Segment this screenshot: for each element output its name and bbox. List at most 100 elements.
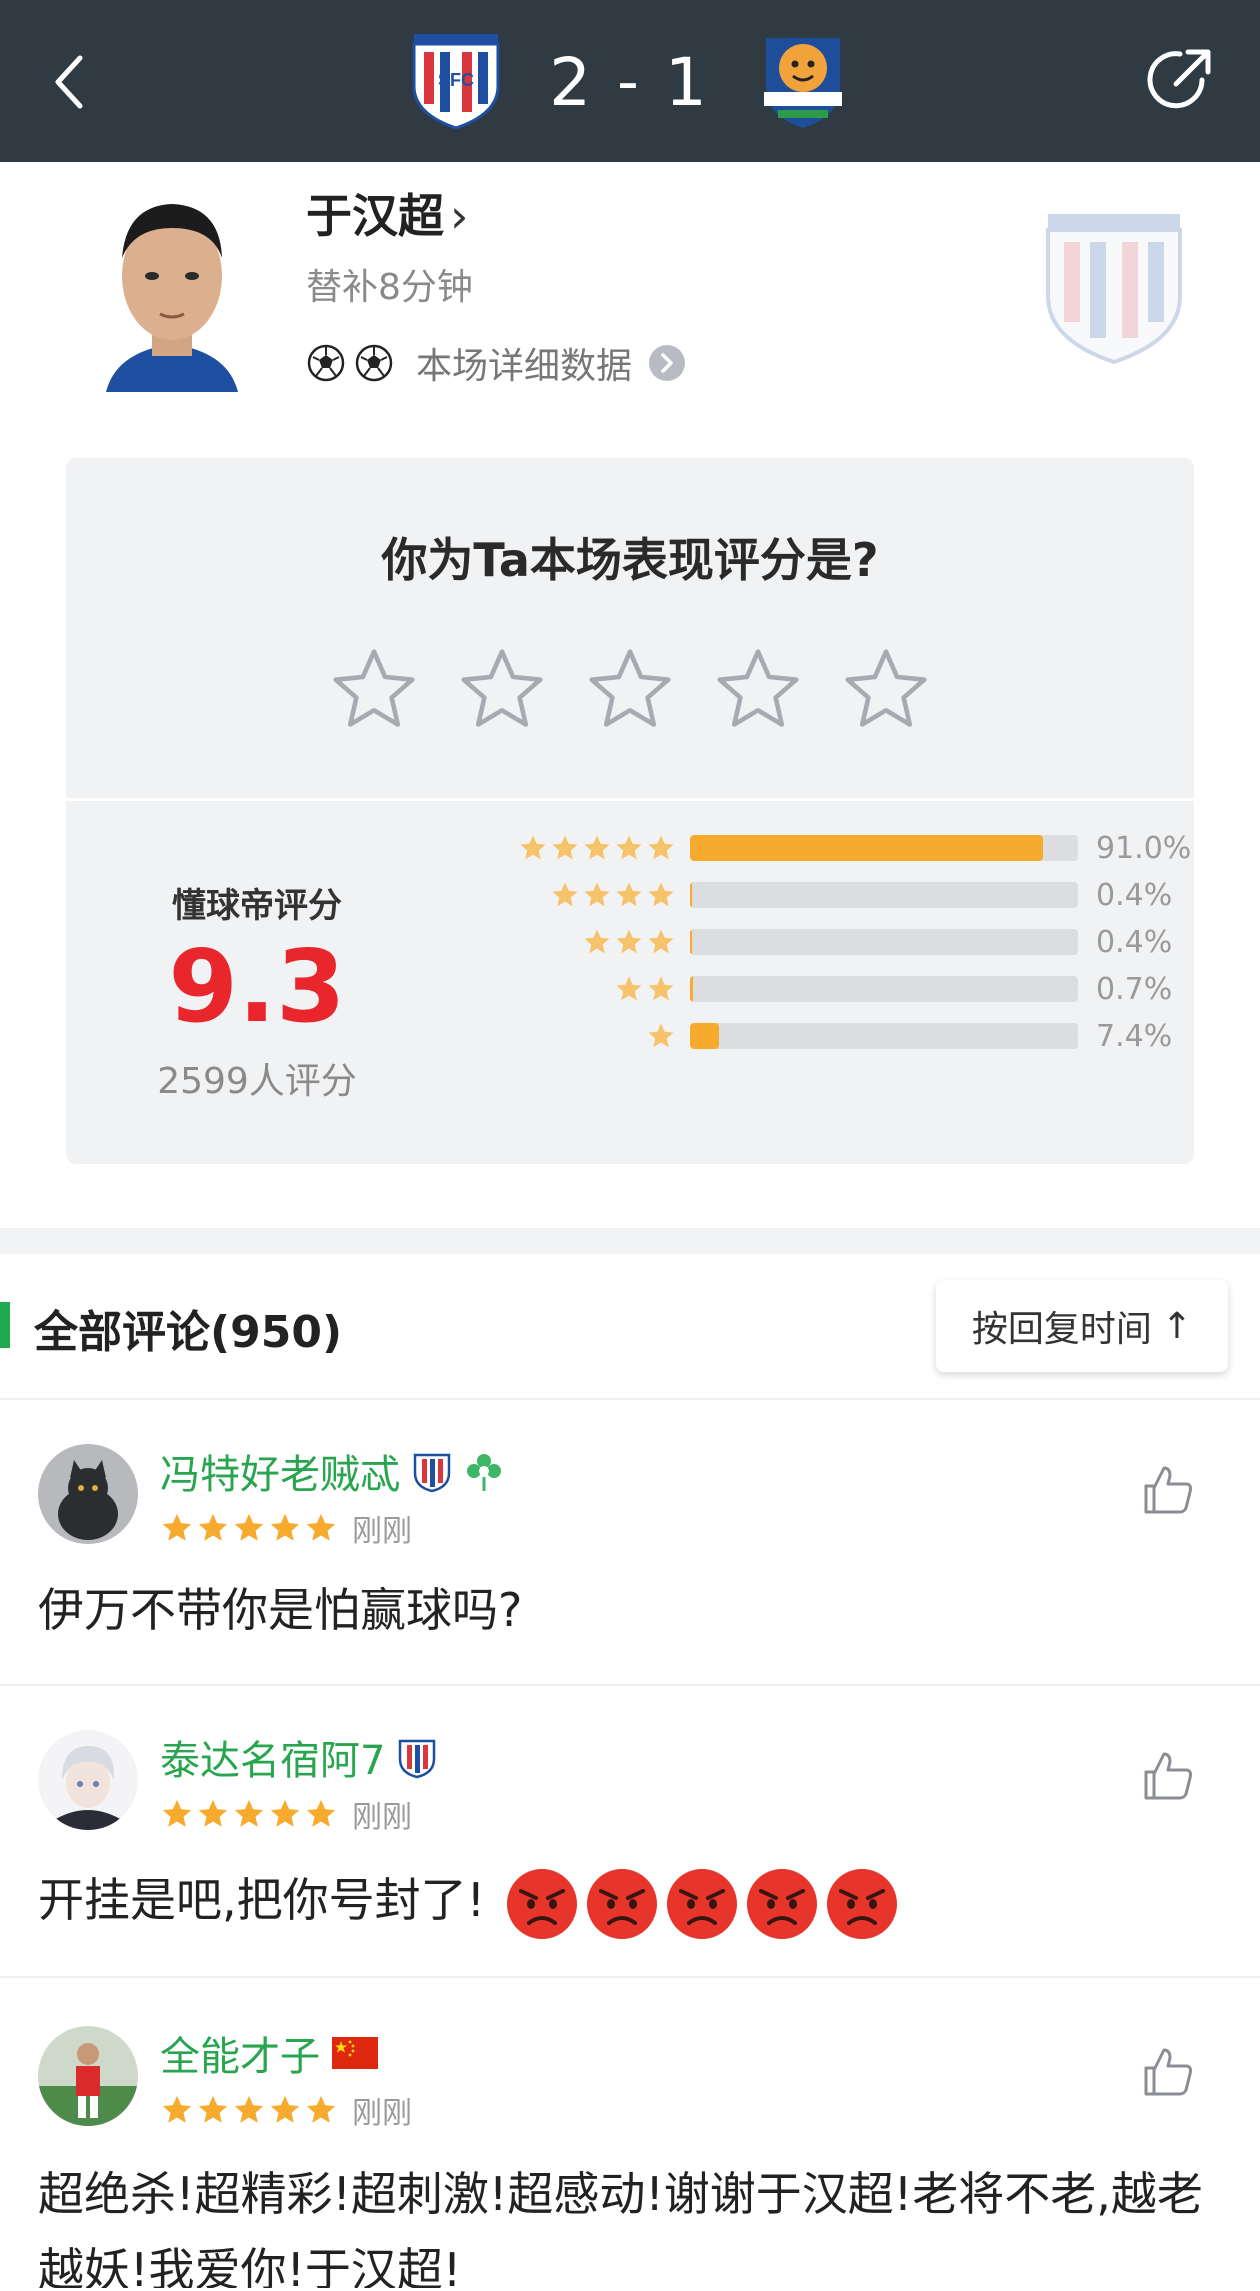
shenhua-badge-icon	[413, 1453, 451, 1493]
star-icon	[552, 835, 578, 860]
comment-stars	[160, 2093, 338, 2127]
star-icon	[648, 1023, 674, 1048]
comment-username[interactable]: 泰达名宿阿7	[160, 1728, 385, 1786]
comment-text: 超绝杀!超精彩!超刺激!超感动!谢谢于汉超!老将不老,越老越妖!我爱你!于汉超!	[38, 2167, 1203, 2288]
distribution-bar	[690, 1023, 719, 1049]
china-flag-icon	[332, 2037, 378, 2069]
distribution-stars	[436, 880, 676, 910]
rate-star-icon[interactable]	[840, 644, 932, 736]
star-icon	[198, 2095, 228, 2123]
comment-username-row[interactable]: 冯特好老贼忒	[160, 1442, 504, 1500]
comment-divider	[0, 1976, 1260, 1978]
angry-emoji-group	[505, 1867, 899, 1941]
comment-item: 泰达名宿阿7 刚刚 开挂是吧,把你号封了!	[0, 1686, 1260, 1978]
star-icon	[648, 976, 674, 1001]
distribution-percent: 0.7%	[1096, 971, 1173, 1007]
sort-by-reply-time-button[interactable]: 按回复时间 ↑	[936, 1280, 1228, 1372]
avatar[interactable]	[38, 1444, 138, 1544]
section-separator	[0, 1228, 1260, 1254]
angry-face-icon	[507, 1868, 578, 1939]
comment-item: 全能才子 刚刚 超绝杀!超精彩!超刺激!超感动!谢谢于汉超!老将不老,越老越妖!…	[0, 1980, 1260, 2291]
svg-text:SFC: SFC	[438, 70, 474, 90]
thumbs-up-icon[interactable]	[1140, 1462, 1196, 1518]
angry-face-icon	[587, 1868, 658, 1939]
comment-stars	[160, 1511, 338, 1545]
football-icon	[355, 344, 393, 382]
top-bar: SFC 2 - 1	[0, 0, 1260, 162]
star-icon	[584, 835, 610, 860]
rate-star-icon[interactable]	[584, 644, 676, 736]
comment-meta: 刚刚	[160, 1506, 412, 1550]
share-icon[interactable]	[1140, 40, 1220, 120]
user-rating-stars[interactable]	[328, 644, 932, 736]
player-name-text[interactable]: 于汉超	[306, 189, 444, 243]
comment-meta: 刚刚	[160, 2088, 412, 2132]
star-icon	[306, 1799, 336, 1827]
star-icon	[234, 1799, 264, 1827]
comment-item: 冯特好老贼忒 刚刚 伊万不带你是怕赢球吗?	[0, 1400, 1260, 1688]
player-photo[interactable]	[86, 172, 258, 392]
distribution-row: 7.4%	[436, 1016, 1172, 1056]
rating-card: 你为Ta本场表现评分是? 懂球帝评分 9.3 2599人评分 91.0% 0.4%…	[66, 458, 1194, 1164]
distribution-bar	[690, 976, 693, 1002]
sort-label[interactable]: 按回复时间	[972, 1300, 1152, 1352]
star-icon	[198, 1799, 228, 1827]
distribution-percent: 0.4%	[1096, 924, 1173, 960]
match-details-link[interactable]: 本场详细数据	[306, 338, 686, 388]
comment-username[interactable]: 全能才子	[160, 2024, 320, 2082]
distribution-percent: 0.4%	[1096, 877, 1173, 913]
back-arrow-icon[interactable]	[50, 52, 90, 112]
distribution-stars	[436, 1021, 676, 1051]
home-score: 2	[549, 43, 596, 121]
arrow-right-circle-icon[interactable]	[648, 344, 686, 382]
star-icon	[616, 929, 642, 954]
chevron-right-icon[interactable]: ›	[450, 189, 468, 243]
thumbs-up-icon[interactable]	[1140, 2044, 1196, 2100]
rate-star-icon[interactable]	[456, 644, 548, 736]
comment-text-row: 开挂是吧,把你号封了!	[38, 1862, 1228, 1941]
jinmen-tiger-crest-icon[interactable]	[760, 30, 846, 132]
comment-username-row[interactable]: 泰达名宿阿7	[160, 1728, 437, 1786]
rate-star-icon[interactable]	[712, 644, 804, 736]
star-icon	[270, 1799, 300, 1827]
star-icon	[234, 2095, 264, 2123]
comment-time: 刚刚	[352, 1800, 412, 1835]
distribution-percent: 91.0%	[1096, 830, 1192, 866]
star-icon	[552, 882, 578, 907]
match-details-label[interactable]: 本场详细数据	[416, 337, 632, 389]
player-name[interactable]: 于汉超 ›	[306, 180, 468, 246]
angry-face-icon	[747, 1868, 818, 1939]
distribution-bar-track	[690, 976, 1078, 1002]
comment-username-row[interactable]: 全能才子	[160, 2024, 378, 2082]
distribution-stars	[436, 974, 676, 1004]
thumbs-up-icon[interactable]	[1140, 1748, 1196, 1804]
star-icon	[648, 835, 674, 860]
rate-star-icon[interactable]	[328, 644, 420, 736]
star-icon	[306, 1513, 336, 1541]
comment-time: 刚刚	[352, 2096, 412, 2131]
distribution-percent: 7.4%	[1096, 1018, 1173, 1054]
distribution-stars	[436, 927, 676, 957]
shenhua-crest-icon[interactable]: SFC	[408, 30, 504, 132]
comment-text: 开挂是吧,把你号封了!	[38, 1873, 486, 1927]
star-icon	[270, 2095, 300, 2123]
rater-count: 2599人评分	[157, 1061, 357, 1102]
football-icon	[307, 344, 345, 382]
comment-text: 伊万不带你是怕赢球吗?	[38, 1583, 523, 1637]
team-crest-watermark-icon	[1046, 214, 1182, 365]
avatar[interactable]	[38, 1730, 138, 1830]
star-icon	[616, 835, 642, 860]
distribution-stars	[436, 833, 676, 863]
shenhua-badge-icon	[399, 1739, 436, 1779]
average-score: 9.3	[168, 928, 346, 1045]
green-flower-badge-icon	[467, 1454, 501, 1491]
avatar[interactable]	[38, 2026, 138, 2126]
comment-username[interactable]: 冯特好老贼忒	[160, 1442, 400, 1500]
card-divider	[66, 798, 1194, 801]
distribution-bar	[690, 929, 692, 955]
comments-accent-bar	[0, 1302, 10, 1348]
star-icon	[648, 929, 674, 954]
star-icon	[584, 882, 610, 907]
comment-stars	[160, 1797, 338, 1831]
sort-arrow-up-icon[interactable]: ↑	[1162, 1306, 1192, 1347]
